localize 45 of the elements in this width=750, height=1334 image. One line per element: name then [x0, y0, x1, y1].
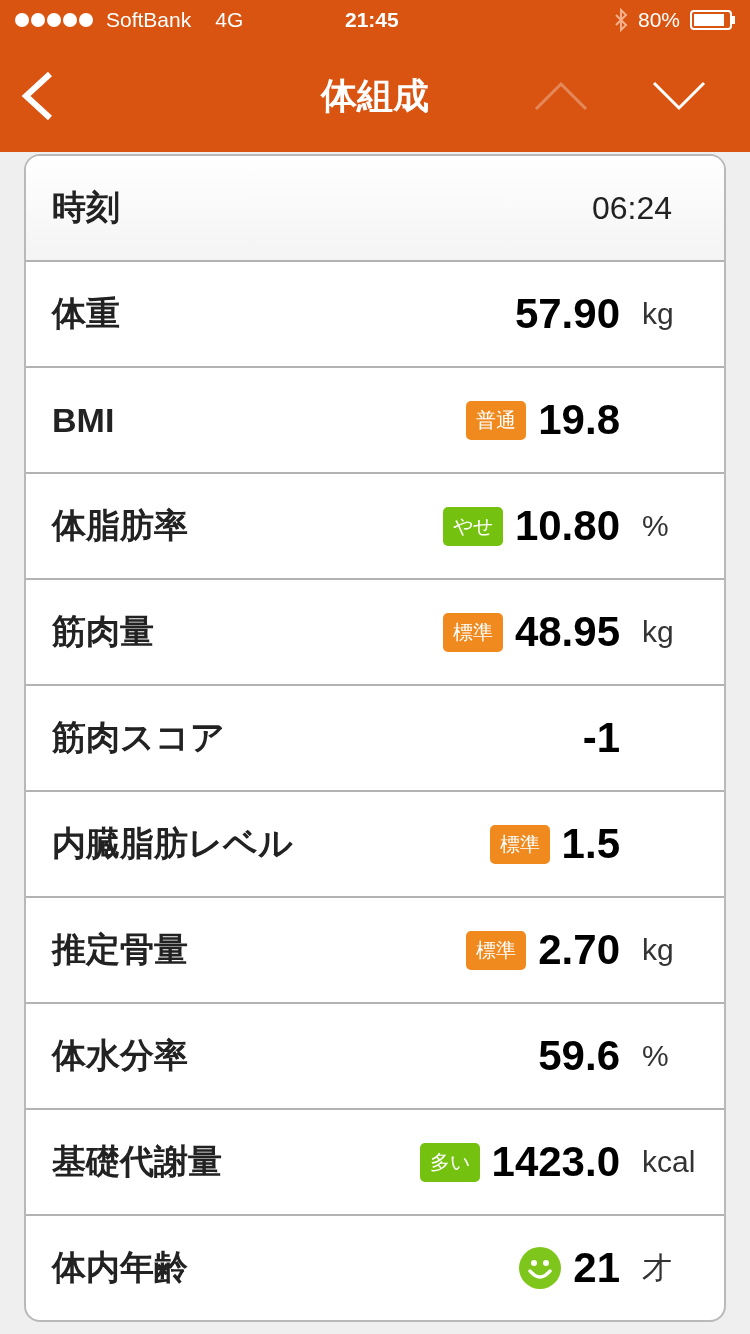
status-badge: 多い [419, 1142, 480, 1182]
metric-value: 10.80 [514, 502, 620, 550]
metric-value: 48.95 [514, 608, 620, 656]
status-badge: 普通 [466, 400, 527, 440]
metric-value: 2.70 [538, 926, 620, 974]
network-type: 4G [215, 8, 244, 32]
unit-label: kcal [642, 1145, 696, 1178]
row-label: 体内年齢 [52, 1247, 189, 1288]
status-badge: 標準 [489, 824, 550, 864]
status-badge: 標準 [442, 612, 503, 652]
metric-value: 1.5 [561, 820, 620, 868]
carrier-name: SoftBank [106, 8, 192, 32]
metric-value: 19.8 [538, 396, 620, 444]
metric-value: 59.6 [538, 1032, 620, 1080]
page-title: 体組成 [319, 73, 430, 118]
battery-percent: 80% [637, 8, 680, 32]
unit-label: % [642, 1039, 669, 1072]
row-label: 基礎代謝量 [52, 1141, 223, 1182]
metric-value: 1423.0 [491, 1138, 620, 1186]
row-label: 体重 [52, 293, 121, 334]
chevron-down-icon[interactable] [652, 81, 706, 111]
metric-value: -1 [582, 714, 620, 762]
back-icon[interactable] [20, 71, 54, 121]
row-label: 筋肉スコア [52, 717, 226, 758]
status-badge: 標準 [466, 930, 527, 970]
unit-label: 才 [642, 1250, 672, 1284]
status-time: 21:45 [345, 8, 399, 32]
row-label: 内臓脂肪レベル [52, 823, 294, 864]
row-label: 体水分率 [52, 1035, 189, 1076]
unit-label: % [642, 509, 669, 542]
signal-icon [14, 12, 96, 28]
metric-value: 21 [573, 1244, 620, 1292]
row-label: 筋肉量 [52, 611, 155, 652]
row-label: 時刻 [52, 187, 121, 228]
metric-value: 57.90 [514, 290, 620, 338]
row-label: 体脂肪率 [52, 505, 189, 546]
status-badge: やせ [442, 506, 503, 546]
battery-icon [690, 10, 736, 30]
unit-label: kg [642, 297, 674, 330]
row-label: 推定骨量 [52, 929, 189, 970]
unit-label: kg [642, 933, 674, 966]
bluetooth-icon [613, 8, 628, 32]
time-value: 06:24 [591, 189, 672, 227]
unit-label: kg [642, 615, 674, 648]
row-label: BMI [52, 400, 116, 440]
